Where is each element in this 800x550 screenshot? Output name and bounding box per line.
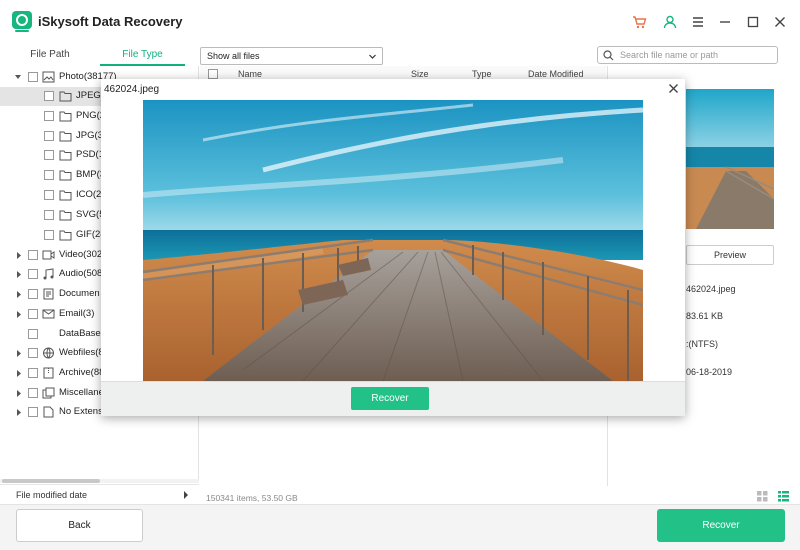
expand-right-icon [17,291,21,298]
items-summary: 150341 items, 53.50 GB [206,493,298,503]
column-name[interactable]: Name [238,69,262,79]
checkbox[interactable] [44,91,54,101]
checkbox[interactable] [28,309,38,319]
app-title: iSkysoft Data Recovery [38,14,183,29]
no-extension-icon [43,406,54,418]
checkbox[interactable] [28,407,38,417]
tree-item-label: Audio(508 [59,268,103,279]
tree-item-label: Miscellane [59,387,104,398]
chevron-right-icon [183,491,189,499]
close-icon[interactable] [772,14,788,30]
tab-file-type[interactable]: File Type [100,44,185,66]
tree-item-label: Documen [59,288,100,299]
search-icon [603,50,614,61]
checkbox[interactable] [28,72,38,82]
cart-icon[interactable] [631,14,647,30]
column-date-modified[interactable]: Date Modified [528,69,584,79]
column-type[interactable]: Type [472,69,492,79]
folder-icon [59,170,72,181]
checkbox[interactable] [28,289,38,299]
preview-date: 06-18-2019 [686,367,733,377]
misc-icon [42,387,55,399]
filter-selected-value: Show all files [207,51,260,61]
maximize-icon[interactable] [745,14,761,30]
tree-item-label: PSD(1 [76,149,104,160]
checkbox[interactable] [44,230,54,240]
modal-recover-button[interactable]: Recover [351,387,429,410]
checkbox[interactable] [44,190,54,200]
folder-icon [59,91,72,102]
grid-view-icon[interactable] [757,491,768,502]
expand-right-icon [17,370,21,377]
preview-image [143,100,643,381]
expand-right-icon [17,350,21,357]
web-icon [43,347,54,359]
preview-filename: 462024.jpeg [686,284,736,294]
photo-icon [42,71,55,83]
checkbox[interactable] [28,329,38,339]
checkbox[interactable] [28,250,38,260]
folder-icon [59,210,72,221]
search-placeholder: Search file name or path [620,50,719,60]
modal-close-icon[interactable] [668,83,679,94]
menu-icon[interactable] [690,14,706,30]
checkbox[interactable] [44,111,54,121]
checkbox[interactable] [44,170,54,180]
recover-button[interactable]: Recover [657,509,785,542]
checkbox[interactable] [44,150,54,160]
folder-icon [59,230,72,241]
tree-item-label: DataBase( [59,328,104,339]
preview-thumbnail [686,89,774,229]
checkbox[interactable] [44,131,54,141]
tree-item-label: Archive(88 [59,367,105,378]
back-button[interactable]: Back [16,509,143,542]
tree-item-label: Webfiles(8 [59,347,104,358]
file-filter-select[interactable]: Show all files [200,47,383,65]
expand-right-icon [17,252,21,259]
expand-right-icon [17,390,21,397]
tree-item-label: Email(3) [59,308,95,319]
folder-icon [59,131,72,142]
folder-icon [59,111,72,122]
video-icon [42,250,55,260]
preview-button[interactable]: Preview [686,245,774,265]
search-input[interactable]: Search file name or path [597,46,778,64]
checkbox[interactable] [28,388,38,398]
checkbox[interactable] [44,210,54,220]
minimize-icon[interactable] [717,14,733,30]
tree-item-label: Video(302) [59,249,106,260]
tab-bar: File Path File Type [0,44,200,66]
preview-location: :(NTFS) [686,339,718,349]
archive-icon [43,367,54,379]
folder-icon [59,190,72,201]
expand-right-icon [17,311,21,318]
file-modified-date-label: File modified date [16,490,88,500]
modal-title: 462024.jpeg [104,84,160,95]
user-icon[interactable] [662,14,678,30]
checkbox[interactable] [28,269,38,279]
tree-scrollbar-thumb[interactable] [2,479,100,483]
document-icon [43,288,54,300]
expand-down-icon [15,75,21,79]
expand-right-icon [17,271,21,278]
column-size[interactable]: Size [411,69,429,79]
list-view-icon[interactable] [778,491,789,502]
checkbox[interactable] [28,348,38,358]
preview-size: 83.61 KB [686,311,724,321]
app-logo-icon [12,11,32,33]
expand-right-icon [17,409,21,416]
chevron-down-icon [368,52,377,61]
folder-icon [59,150,72,161]
checkbox[interactable] [28,368,38,378]
tree-footer[interactable]: File modified date [0,484,199,504]
tab-file-path[interactable]: File Path [0,44,100,66]
email-icon [42,309,55,319]
select-all-checkbox[interactable] [208,69,218,79]
audio-icon [43,268,54,280]
